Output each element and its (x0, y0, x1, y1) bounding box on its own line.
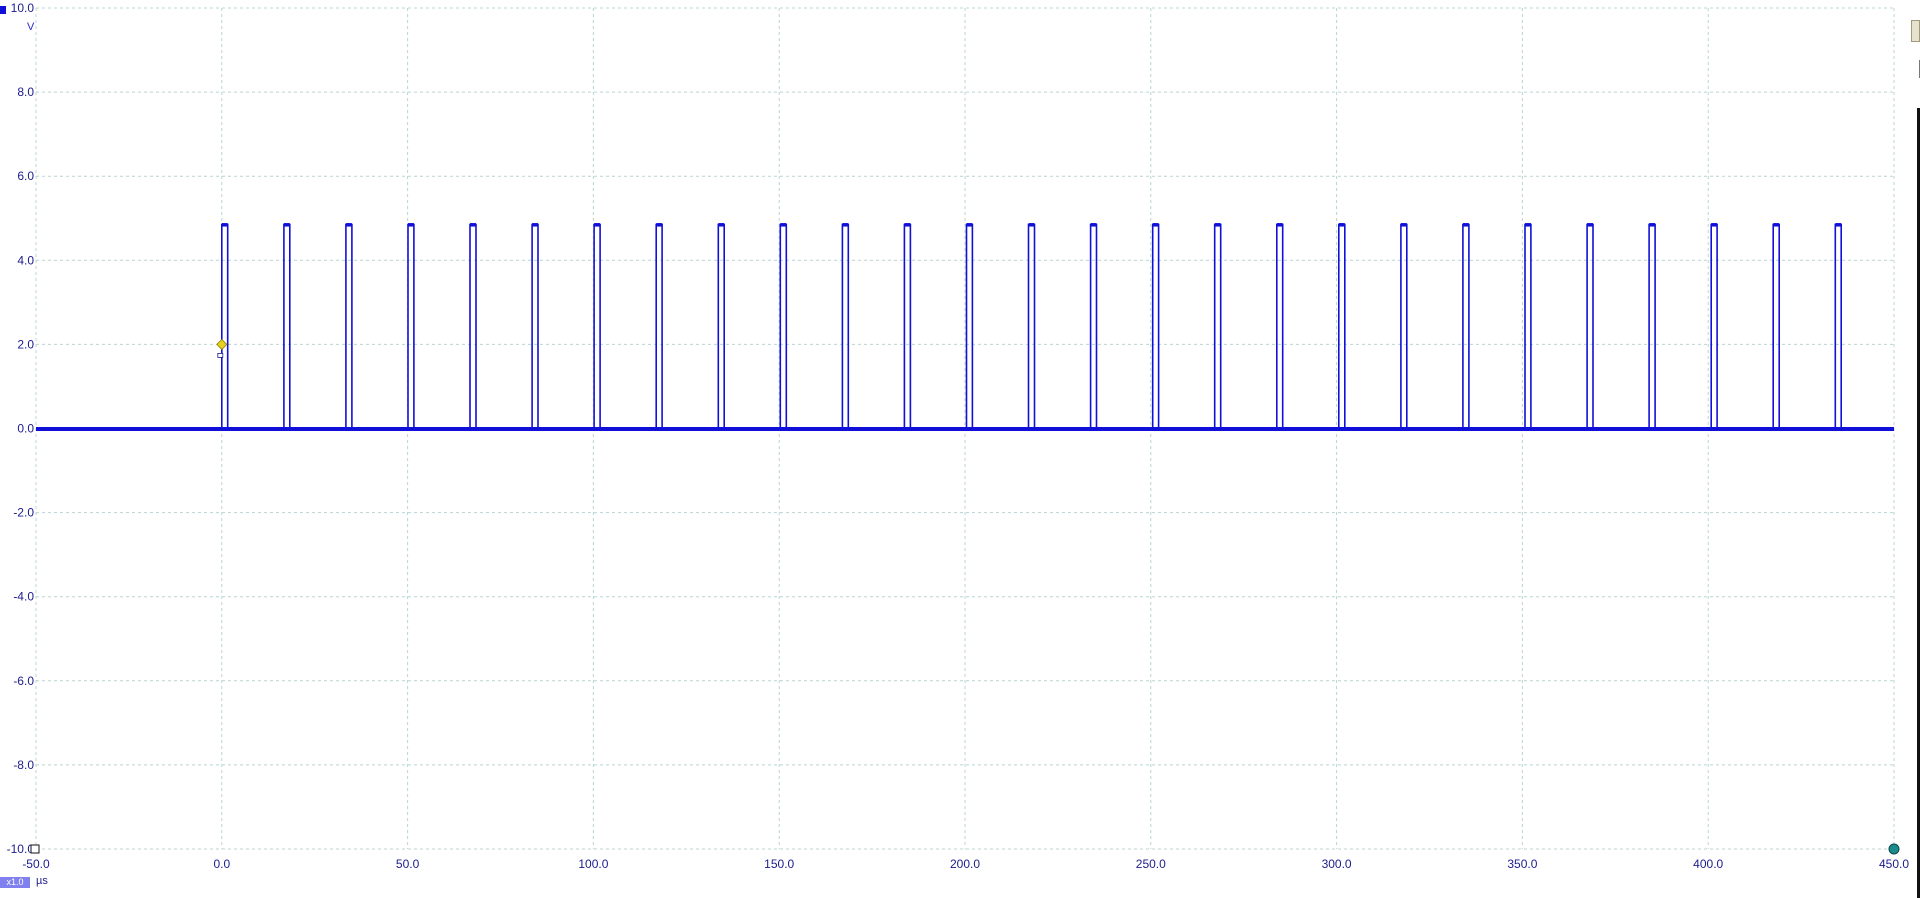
ruler-handle-right[interactable] (1888, 843, 1900, 855)
x-tick-label: 150.0 (764, 857, 794, 871)
y-tick-label: 6.0 (17, 169, 34, 183)
pulse-mark (407, 223, 414, 227)
x-tick-label: 100.0 (578, 857, 608, 871)
pulse-mark (1090, 223, 1097, 227)
pulse-mark (221, 223, 228, 227)
pulse-mark (532, 223, 539, 227)
oscilloscope-plot: 10.0 8.0 6.0 4.0 2.0 0.0 -2.0 -4.0 -6.0 -8.0 -10.0… (7, 1, 1910, 871)
pulse-mark (283, 223, 290, 227)
pulse-mark (966, 223, 973, 227)
x-axis-ticks: -50.0 0.0 50.0 100.0 150.0 200.0 250.0 300.0 350… (22, 857, 1909, 871)
panel-grip[interactable] (1910, 60, 1920, 78)
panel-tab-handle[interactable] (1911, 20, 1920, 42)
pulse-mark (1152, 223, 1159, 227)
ruler-handle-left[interactable] (30, 844, 40, 854)
y-unit-label: V (27, 21, 35, 33)
x-tick-label: 350.0 (1507, 857, 1537, 871)
y-tick-label: 10.0 (11, 1, 35, 15)
y-tick-label: -4.0 (13, 590, 34, 604)
y-tick-label: 4.0 (17, 253, 34, 267)
y-tick-label: -10.0 (7, 842, 35, 856)
x-tick-label: 400.0 (1693, 857, 1723, 871)
x-tick-label: 0.0 (213, 857, 230, 871)
pulse-mark (1400, 223, 1407, 227)
zoom-level-badge[interactable]: x1.0 (0, 877, 30, 888)
time-unit-label: µs (36, 875, 48, 887)
pulse-mark (718, 223, 725, 227)
pulse-mark (1276, 223, 1283, 227)
trigger-marker[interactable] (216, 338, 228, 350)
pulse-mark (1214, 223, 1221, 227)
y-tick-label: 2.0 (17, 337, 34, 351)
pulse-mark (594, 223, 601, 227)
x-tick-label: 50.0 (396, 857, 420, 871)
pulse-mark (1711, 223, 1718, 227)
x-tick-label: -50.0 (22, 857, 50, 871)
side-panel (1910, 0, 1920, 898)
pulse-mark (1338, 223, 1345, 227)
y-tick-label: 0.0 (17, 422, 34, 436)
pulse-mark (470, 223, 476, 227)
x-tick-label: 200.0 (950, 857, 980, 871)
pulse-mark (1028, 223, 1035, 227)
x-tick-label: 250.0 (1136, 857, 1166, 871)
pulse-mark (345, 223, 352, 227)
trigger-indicator (217, 352, 224, 358)
pulse-mark (1835, 223, 1842, 227)
pulse-mark (1649, 223, 1656, 227)
y-tick-label: -8.0 (13, 758, 34, 772)
pulse-mark (1773, 223, 1780, 227)
pulse-mark (1587, 223, 1594, 227)
pulse-mark (1525, 223, 1531, 227)
y-tick-label: 8.0 (17, 85, 34, 99)
x-tick-label: 300.0 (1322, 857, 1352, 871)
y-axis-ticks: 10.0 8.0 6.0 4.0 2.0 0.0 -2.0 -4.0 -6.0 -8.0 -10.0 (7, 1, 35, 856)
pulse-mark (656, 223, 663, 227)
y-tick-label: -2.0 (13, 506, 34, 520)
pulse-mark (780, 223, 787, 227)
y-tick-label: -6.0 (13, 674, 34, 688)
trace-baseline-band (36, 427, 1894, 431)
x-tick-label: 450.0 (1879, 857, 1909, 871)
pulse-mark (904, 223, 911, 227)
pulse-mark (1462, 223, 1469, 227)
pulse-mark (842, 223, 849, 227)
